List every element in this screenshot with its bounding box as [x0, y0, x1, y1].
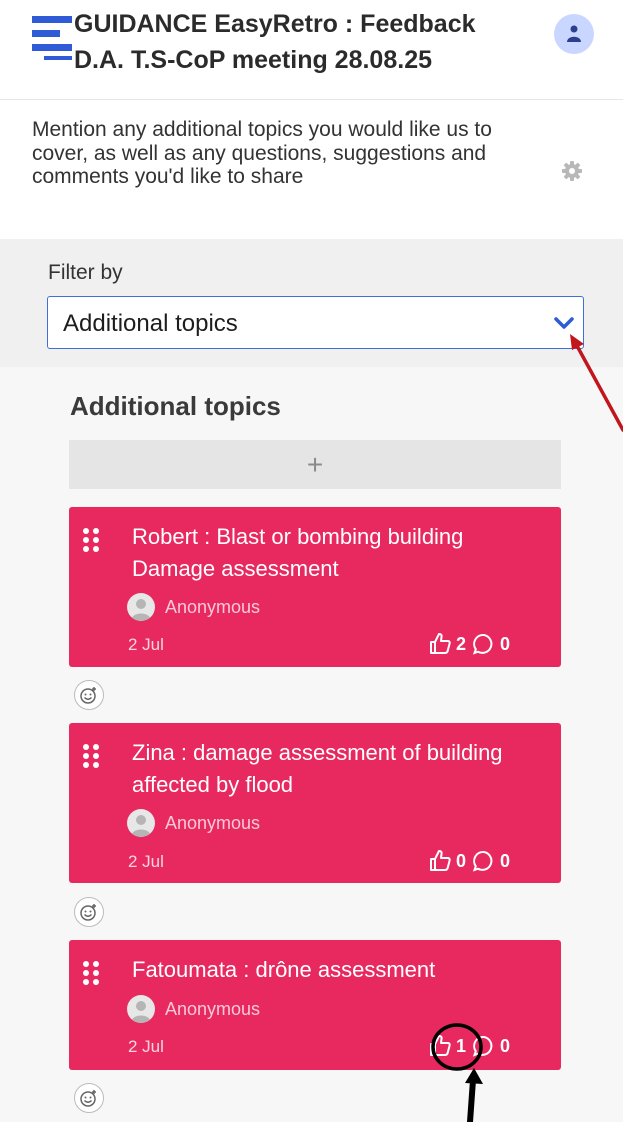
- add-card-button[interactable]: +: [69, 440, 561, 489]
- like-button[interactable]: 1: [428, 1034, 472, 1058]
- comment-button[interactable]: 0: [472, 632, 516, 656]
- comment-button[interactable]: 0: [472, 849, 516, 873]
- card-actions: 0 0: [428, 849, 516, 873]
- filter-select[interactable]: Additional topics: [47, 296, 584, 349]
- avatar: [127, 809, 155, 837]
- logo-icon: [32, 16, 72, 60]
- comment-button[interactable]: 0: [472, 1034, 516, 1058]
- card-author: Anonymous: [127, 809, 260, 837]
- card-author: Anonymous: [127, 593, 260, 621]
- filter-selected-value: Additional topics: [63, 310, 238, 337]
- card-date: 2 Jul: [128, 635, 164, 654]
- card-text: Fatoumata : drône assessment: [132, 957, 436, 982]
- card-author-name: Anonymous: [165, 596, 261, 617]
- card-actions: 1 0: [428, 1034, 516, 1058]
- comment-icon: [472, 1035, 493, 1057]
- gear-icon[interactable]: [561, 160, 583, 182]
- like-button[interactable]: 0: [428, 849, 472, 873]
- add-reaction-button[interactable]: [74, 897, 104, 927]
- card[interactable]: Fatoumata : drône assessment Anonymous 2…: [69, 940, 561, 1070]
- board-description-area: Mention any additional topics you would …: [0, 101, 623, 239]
- filter-label: Filter by: [48, 261, 123, 284]
- card-date: 2 Jul: [128, 1037, 164, 1056]
- add-reaction-icon: [80, 904, 96, 921]
- card[interactable]: Zina : damage assessment of building aff…: [69, 723, 561, 883]
- avatar: [127, 593, 155, 621]
- chevron-down-icon: [554, 317, 574, 329]
- comment-count: 0: [500, 850, 511, 871]
- like-count: 1: [456, 1035, 467, 1056]
- board-title-line2: D.A. T.S-CoP meeting 28.08.25: [74, 46, 432, 74]
- comment-icon: [472, 633, 493, 655]
- card-author-name: Anonymous: [165, 998, 261, 1019]
- board-title-line1: GUIDANCE EasyRetro : Feedback: [74, 10, 476, 38]
- user-icon: [567, 25, 581, 42]
- card-date: 2 Jul: [128, 852, 164, 871]
- card-actions: 2 0: [428, 632, 516, 656]
- comment-icon: [472, 850, 493, 872]
- thumbs-up-icon: [430, 850, 451, 871]
- app-header: GUIDANCE EasyRetro : Feedback D.A. T.S-C…: [0, 0, 623, 100]
- card-author-name: Anonymous: [165, 812, 261, 833]
- thumbs-up-icon: [430, 1035, 451, 1056]
- user-avatar-button[interactable]: [554, 14, 594, 54]
- drag-handle-icon[interactable]: [81, 960, 101, 986]
- column-title: Additional topics: [70, 391, 281, 421]
- thumbs-up-icon: [430, 633, 451, 654]
- card[interactable]: Robert : Blast or bombing building Damag…: [69, 507, 561, 667]
- avatar: [127, 995, 155, 1023]
- card-text: Zina : damage assessment of building aff…: [132, 740, 503, 797]
- comment-count: 0: [500, 633, 511, 654]
- drag-handle-icon[interactable]: [81, 743, 101, 769]
- card-text: Robert : Blast or bombing building Damag…: [132, 524, 464, 581]
- like-count: 2: [456, 633, 467, 654]
- add-reaction-button[interactable]: [74, 1083, 104, 1113]
- add-reaction-icon: [80, 1090, 96, 1107]
- like-count: 0: [456, 850, 467, 871]
- board-description: Mention any additional topics you would …: [32, 118, 492, 188]
- card-author: Anonymous: [127, 995, 260, 1023]
- comment-count: 0: [500, 1035, 511, 1056]
- board-title: GUIDANCE EasyRetro : Feedback D.A. T.S-C…: [74, 6, 544, 78]
- like-button[interactable]: 2: [428, 632, 472, 656]
- add-reaction-icon: [80, 687, 96, 704]
- drag-handle-icon[interactable]: [81, 527, 101, 553]
- add-reaction-button[interactable]: [74, 680, 104, 710]
